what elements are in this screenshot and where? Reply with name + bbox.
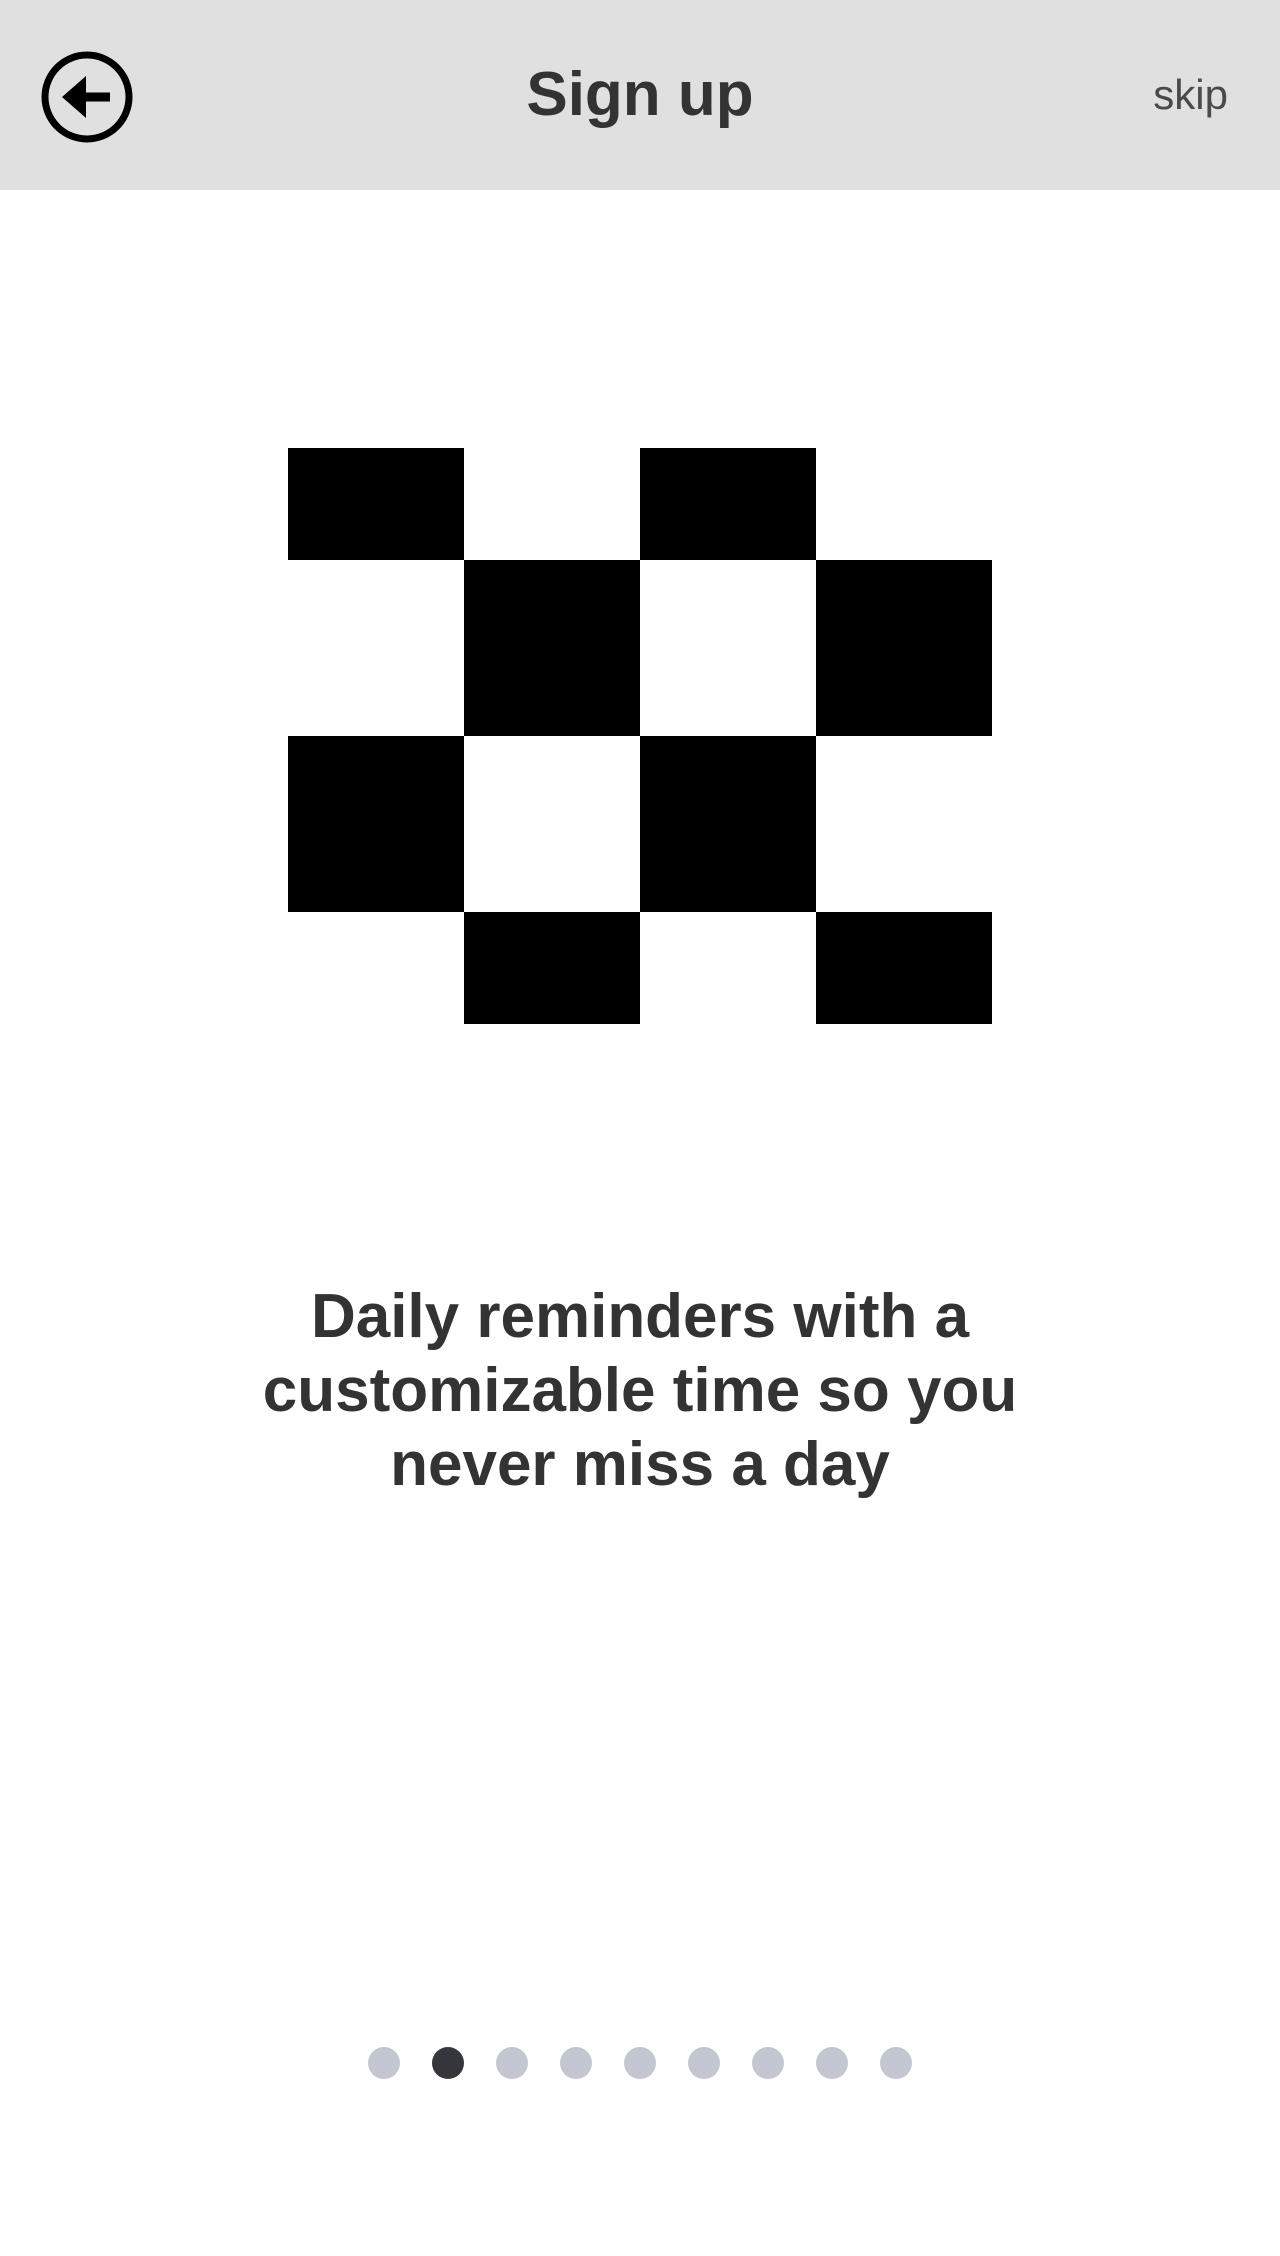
page-dot[interactable] [880,2047,912,2079]
top-app-bar: Sign up skip [0,0,1280,190]
arrow-left-circle-icon [41,51,133,143]
page-dot[interactable] [688,2047,720,2079]
page-dot[interactable] [368,2047,400,2079]
page-dot[interactable] [624,2047,656,2079]
page-indicator [0,2047,1280,2081]
page-dot[interactable] [816,2047,848,2079]
page-title: Sign up [526,60,754,129]
page-dot-active[interactable] [432,2047,464,2079]
checkerboard-pattern-icon [288,448,992,1024]
back-button[interactable] [40,50,134,144]
page-dot[interactable] [752,2047,784,2079]
onboarding-description: Daily reminders with a customizable time… [262,1282,1018,1499]
page-dot[interactable] [496,2047,528,2079]
signup-onboarding-screen: Sign up skip Daily reminders with a cust… [0,0,1280,2256]
page-dot[interactable] [560,2047,592,2079]
skip-button[interactable]: skip [1153,0,1228,190]
